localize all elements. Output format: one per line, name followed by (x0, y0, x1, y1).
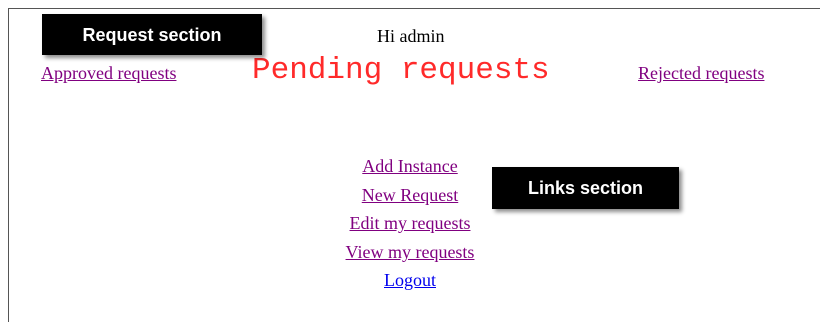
add-instance-link[interactable]: Add Instance (0, 156, 820, 177)
request-section-callout: Request section (42, 14, 262, 55)
logout-link[interactable]: Logout (0, 270, 820, 291)
edit-my-requests-link[interactable]: Edit my requests (0, 213, 820, 234)
rejected-requests-link[interactable]: Rejected requests (638, 63, 764, 84)
view-my-requests-link[interactable]: View my requests (0, 242, 820, 263)
links-section-callout: Links section (492, 167, 679, 209)
greeting-text: Hi admin (377, 26, 445, 46)
new-request-link[interactable]: New Request (0, 185, 820, 206)
pending-requests-title: Pending requests (252, 53, 550, 88)
approved-requests-link[interactable]: Approved requests (41, 63, 176, 84)
